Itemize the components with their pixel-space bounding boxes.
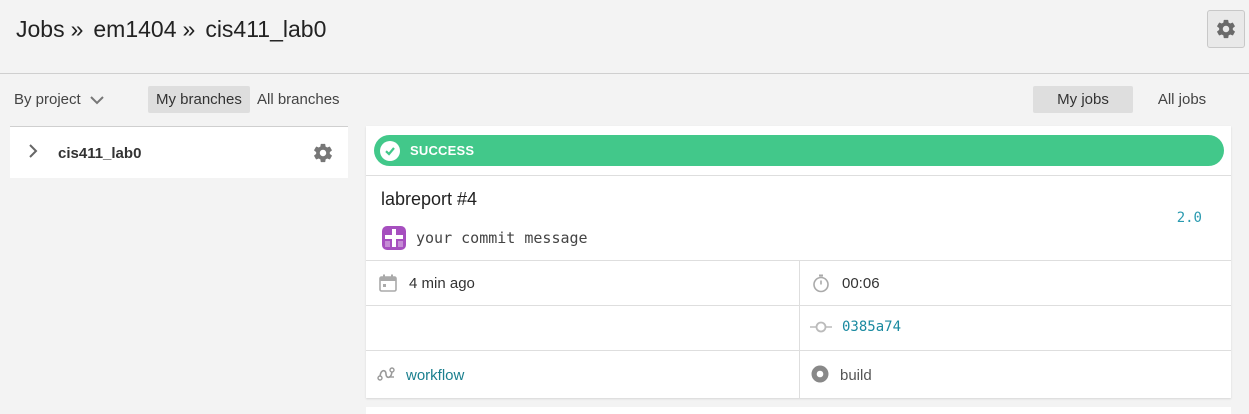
workflow-icon [377, 367, 395, 381]
status-text: SUCCESS [410, 143, 475, 158]
breadcrumb-separator: » [70, 16, 84, 42]
job-time-ago: 4 min ago [409, 275, 475, 292]
status-badge[interactable]: SUCCESS [374, 135, 1224, 166]
project-list-item[interactable]: cis411_lab0 [10, 126, 348, 178]
divider [366, 175, 1231, 176]
avatar [382, 226, 406, 250]
gear-icon[interactable] [312, 142, 334, 164]
page-header: Jobs » em1404 » cis411_lab0 [0, 0, 1249, 74]
breadcrumb-project: cis411_lab0 [205, 16, 327, 42]
chevron-right-icon[interactable] [28, 143, 38, 159]
project-name[interactable]: cis411_lab0 [58, 145, 141, 162]
all-branches-toggle[interactable]: All branches [249, 86, 348, 113]
gear-icon [1217, 19, 1235, 39]
job-duration: 00:06 [842, 275, 880, 292]
next-job-card [366, 407, 1231, 414]
commit-message: your commit message [416, 229, 588, 247]
breadcrumb-org[interactable]: em1404 [93, 16, 176, 43]
check-circle-icon [380, 140, 400, 161]
breadcrumb: Jobs » em1404 » cis411_lab0 [16, 16, 326, 43]
workflow-link[interactable]: workflow [406, 367, 464, 384]
job-circle-icon [811, 365, 829, 383]
breadcrumb-separator: » [182, 16, 196, 42]
job-version: 2.0 [1176, 210, 1202, 226]
job-card: SUCCESS labreport #4 2.0 your commit mes… [366, 126, 1231, 398]
commit-icon [810, 321, 832, 333]
chevron-down-icon [89, 95, 104, 104]
breadcrumb-jobs[interactable]: Jobs [16, 16, 65, 43]
by-project-label: By project [14, 91, 81, 108]
all-jobs-toggle[interactable]: All jobs [1144, 86, 1220, 113]
job-name: build [840, 367, 872, 384]
my-jobs-toggle[interactable]: My jobs [1033, 86, 1133, 113]
job-title[interactable]: labreport #4 [381, 189, 477, 210]
divider [799, 260, 800, 398]
settings-button[interactable] [1207, 10, 1245, 48]
stopwatch-icon [813, 274, 829, 293]
my-branches-toggle[interactable]: My branches [148, 86, 250, 113]
by-project-dropdown[interactable]: By project [14, 91, 105, 108]
calendar-icon [379, 274, 397, 292]
commit-hash-link[interactable]: 0385a74 [842, 319, 901, 335]
